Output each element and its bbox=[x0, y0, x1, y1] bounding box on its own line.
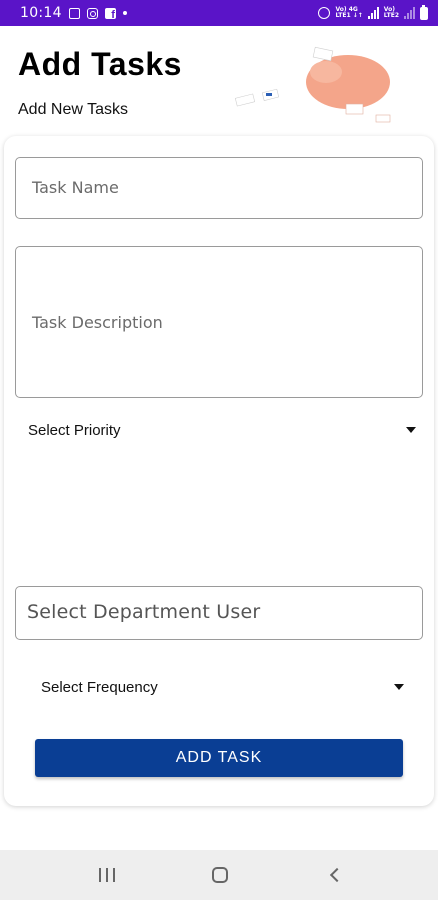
page-header: Add Tasks Add New Tasks bbox=[18, 46, 182, 119]
department-user-placeholder: Select Department User bbox=[27, 601, 261, 623]
alarm-icon bbox=[318, 7, 331, 19]
task-description-placeholder: Task Description bbox=[32, 313, 163, 332]
task-description-input[interactable]: Task Description bbox=[15, 246, 423, 398]
header-illustration bbox=[234, 46, 391, 123]
add-task-button[interactable]: ADD TASK bbox=[35, 739, 403, 777]
image-icon bbox=[68, 7, 80, 19]
network-label-sim2: Vo) LTE2 bbox=[383, 6, 399, 19]
page-subtitle: Add New Tasks bbox=[18, 101, 128, 118]
status-bar: 10:14 Vo) 4G LTE1 ↓↑ Vo) LTE2 bbox=[0, 0, 438, 26]
status-time: 10:14 bbox=[20, 5, 62, 21]
battery-icon bbox=[420, 4, 428, 20]
network-label-sim1: Vo) 4G LTE1 ↓↑ bbox=[335, 6, 363, 19]
illustration-card-left bbox=[234, 93, 256, 107]
priority-select-label: Select Priority bbox=[28, 421, 121, 439]
back-icon[interactable] bbox=[329, 867, 345, 883]
illustration-card-accent bbox=[266, 93, 272, 96]
illustration-card-bottom bbox=[345, 103, 364, 115]
illustration-card-small bbox=[375, 114, 391, 123]
department-user-select[interactable]: Select Department User bbox=[15, 586, 423, 640]
task-name-placeholder: Task Name bbox=[32, 178, 119, 197]
frequency-select[interactable]: Select Frequency bbox=[41, 672, 404, 702]
signal-icon-sim1 bbox=[367, 7, 379, 19]
facebook-icon bbox=[104, 7, 116, 21]
recents-icon[interactable] bbox=[99, 868, 115, 882]
signal-icon-sim2 bbox=[404, 7, 415, 19]
task-name-input[interactable]: Task Name bbox=[15, 157, 423, 219]
dot-icon bbox=[122, 11, 127, 15]
priority-select[interactable]: Select Priority bbox=[28, 415, 416, 445]
system-nav-bar bbox=[0, 850, 438, 900]
illustration-blob-highlight bbox=[310, 61, 342, 83]
home-icon[interactable] bbox=[212, 867, 228, 883]
task-form-card: Task Name Task Description Select Priori… bbox=[4, 136, 434, 806]
page-title: Add Tasks bbox=[18, 46, 182, 82]
illustration-card-top bbox=[312, 46, 334, 62]
chevron-down-icon bbox=[394, 684, 404, 690]
frequency-select-label: Select Frequency bbox=[41, 678, 158, 696]
instagram-icon bbox=[86, 7, 98, 19]
chevron-down-icon bbox=[406, 427, 416, 433]
